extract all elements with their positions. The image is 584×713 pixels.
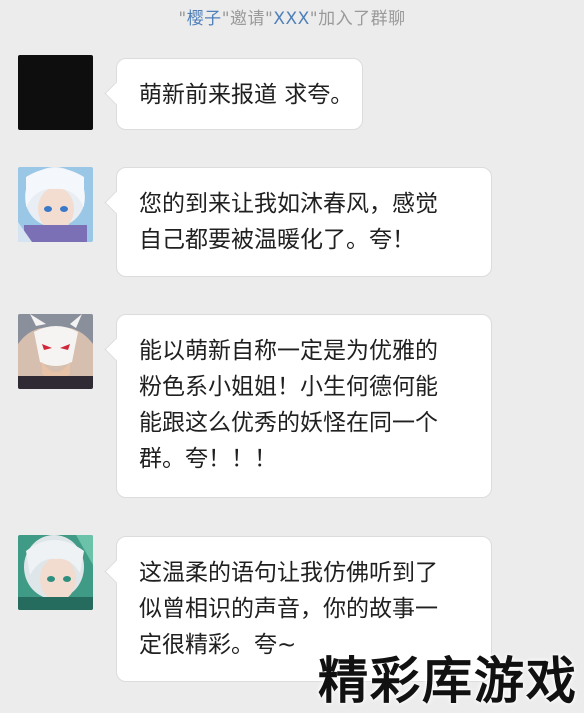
quote-mark: " — [178, 9, 187, 29]
message-text: 能以萌新自称一定是为优雅的 — [139, 338, 438, 364]
message-text: 能跟这么优秀的妖怪在同一个 — [139, 410, 438, 436]
silver-haired-character-avatar[interactable] — [18, 535, 93, 610]
message-bubble[interactable]: 您的到来让我如沐春风，感觉 自己都要被温暖化了。夸！ — [116, 167, 492, 277]
message-text: 自己都要被温暖化了。夸！ — [139, 227, 415, 253]
invite-verb: 邀请 — [230, 9, 266, 29]
quote-mark: " — [221, 9, 231, 29]
message-text: 您的到来让我如沐春风，感觉 — [139, 191, 438, 217]
message-bubble[interactable]: 萌新前来报道 求夸。 — [116, 58, 363, 130]
message-text: 萌新前来报道 求夸。 — [139, 82, 354, 108]
watermark: 精彩库游戏 — [318, 651, 578, 710]
black-square-avatar[interactable] — [18, 55, 93, 130]
system-notice: "樱子"邀请"XXX"加入了群聊 — [0, 4, 584, 29]
message-text: 群。夸！！！ — [139, 446, 277, 472]
message-text: 似曾相识的声音，你的故事一 — [139, 596, 438, 622]
message-text: 粉色系小姐姐！小生何德何能 — [139, 374, 438, 400]
inviter-name[interactable]: 樱子 — [187, 9, 222, 29]
white-haired-character-avatar[interactable] — [18, 167, 93, 242]
fox-mask-character-avatar[interactable] — [18, 314, 93, 389]
join-text: 加入了群聊 — [318, 9, 406, 29]
invitee-name[interactable]: XXX — [273, 9, 309, 29]
message-text: 这温柔的语句让我仿佛听到了 — [139, 560, 438, 586]
quote-mark: " — [309, 9, 319, 29]
message-bubble[interactable]: 能以萌新自称一定是为优雅的 粉色系小姐姐！小生何德何能 能跟这么优秀的妖怪在同一… — [116, 314, 492, 498]
